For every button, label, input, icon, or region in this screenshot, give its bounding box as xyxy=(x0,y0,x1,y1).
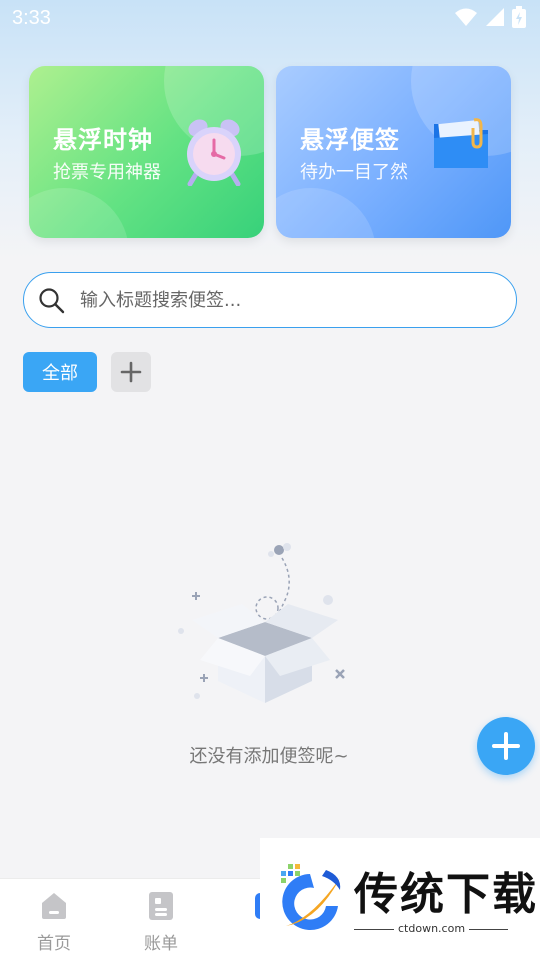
search-icon xyxy=(39,288,65,314)
watermark-text: 传统下载 xyxy=(354,869,538,920)
bill-icon xyxy=(149,892,173,920)
floating-clock-card[interactable]: 悬浮时钟 抢票专用神器 xyxy=(29,66,264,238)
tab-home[interactable]: 首页 xyxy=(14,891,94,954)
watermark-url: ctdown.com xyxy=(394,922,470,935)
battery-charging-icon xyxy=(512,6,526,28)
wifi-icon xyxy=(455,8,477,26)
floating-clock-subtitle: 抢票专用神器 xyxy=(53,162,161,183)
floating-note-title: 悬浮便签 xyxy=(300,126,400,154)
plus-icon xyxy=(120,361,142,383)
folder-icon xyxy=(434,118,488,168)
floating-clock-title: 悬浮时钟 xyxy=(53,126,153,154)
tab-bills-label: 账单 xyxy=(144,934,178,954)
plus-icon xyxy=(492,732,520,760)
add-tag-button[interactable] xyxy=(111,352,151,392)
floating-note-subtitle: 待办一目了然 xyxy=(300,162,408,183)
status-bar: 3:33 xyxy=(0,0,540,36)
search-input[interactable] xyxy=(80,285,500,315)
empty-state-message: 还没有添加便签呢~ xyxy=(189,746,349,767)
tag-all-button[interactable]: 全部 xyxy=(23,352,97,392)
watermark: 传统下载 ctdown.com xyxy=(260,838,540,960)
empty-box-icon xyxy=(178,543,345,703)
tab-home-label: 首页 xyxy=(37,934,71,954)
watermark-logo-icon xyxy=(281,864,341,930)
cell-signal-icon xyxy=(486,8,504,26)
add-note-fab[interactable] xyxy=(477,717,535,775)
home-icon xyxy=(42,893,66,919)
search-bar[interactable] xyxy=(23,272,517,328)
alarm-clock-icon xyxy=(187,119,241,186)
floating-note-card[interactable]: 悬浮便签 待办一目了然 xyxy=(276,66,511,238)
tab-bills[interactable]: 账单 xyxy=(121,891,201,954)
status-time: 3:33 xyxy=(12,7,51,29)
